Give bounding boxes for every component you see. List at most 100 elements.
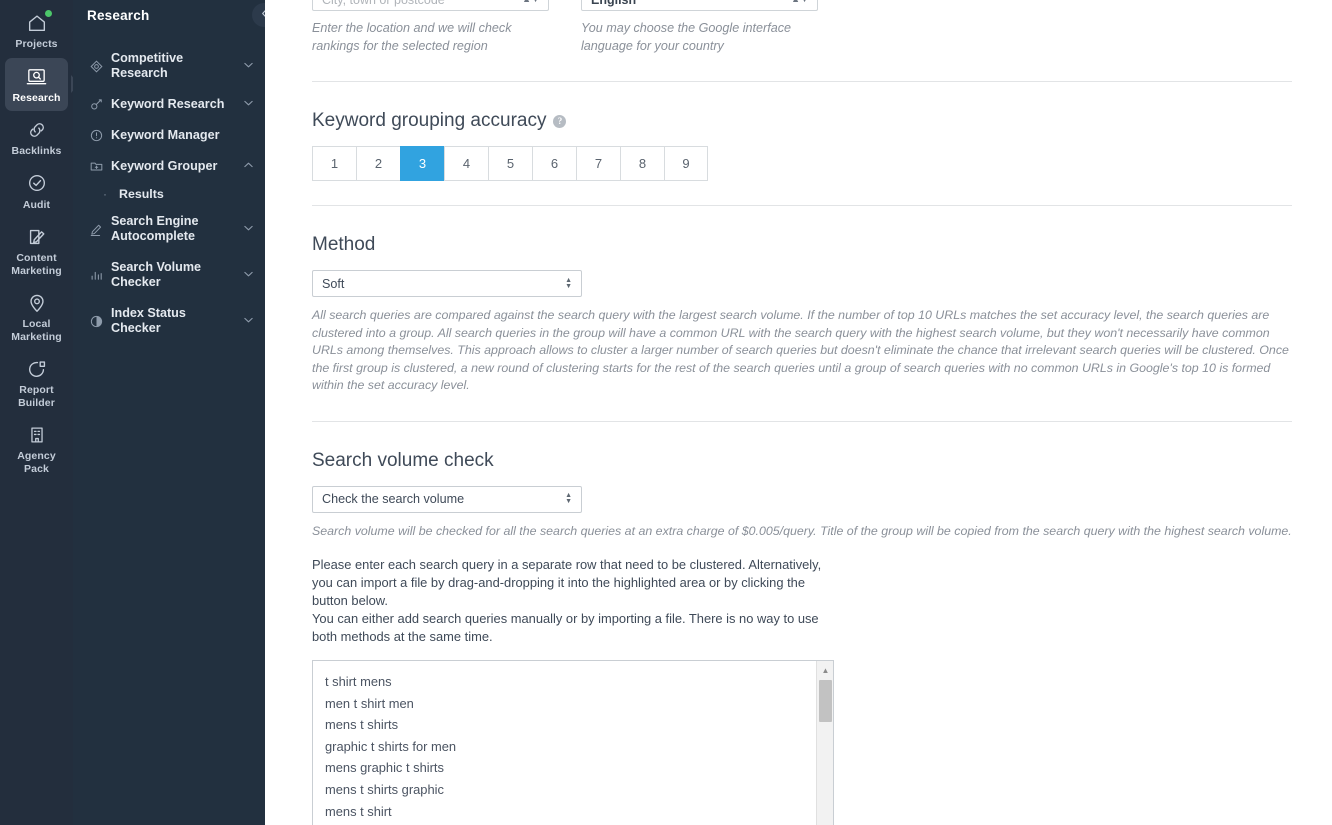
divider-volume [312,420,1292,422]
sidebar-item-index-status-checker[interactable]: Index Status Checker [73,298,265,344]
accuracy-level-8[interactable]: 8 [620,146,664,181]
main-content: City, town or postcode ▲▼ Enter the loca… [265,0,1332,825]
method-select[interactable]: Soft ▲ ▼ [312,270,582,297]
keyword-line: mens t shirts graphic [325,781,444,797]
accuracy-level-7[interactable]: 7 [576,146,620,181]
instructions-paragraph-1: Please enter each search query in a sepa… [312,557,822,608]
chevron-down-icon[interactable] [241,99,255,110]
sidebar-item-competitive-research[interactable]: Competitive Research [73,43,265,89]
accuracy-level-3[interactable]: 3 [400,146,444,181]
sidebar-item-keyword-grouper[interactable]: Keyword Grouper [73,151,265,182]
caret-up-icon[interactable]: ▲ [817,663,833,678]
sidebar-label-search-engine-autocomplete: Search Engine Autocomplete [111,214,199,243]
rail-item-research[interactable]: Research [5,57,68,111]
select-spinner-icon: ▲▼ [565,492,572,505]
rail-label-content-marketing: Content Marketing [11,252,62,277]
accuracy-level-9[interactable]: 9 [664,146,708,181]
sidebar-subitem-results[interactable]: · Results [73,182,265,206]
rail-item-content-marketing[interactable]: Content Marketing [0,218,73,284]
home-icon [2,10,71,36]
location-field-group: City, town or postcode ▲▼ Enter the loca… [312,0,549,55]
chevron-down-icon[interactable] [241,224,255,235]
chevron-down-icon[interactable] [241,316,255,327]
keywords-scrollbar[interactable]: ▲ ▼ [816,661,833,825]
sidebar-item-keyword-research[interactable]: Keyword Research [73,89,265,120]
keywords-textarea[interactable]: t shirt mens men t shirt men mens t shir… [312,660,834,825]
rail-label-report-builder: Report Builder [18,384,55,409]
pencil-square-icon [2,224,71,250]
rail-label-audit: Audit [22,198,51,211]
volume-section-title: Search volume check [312,450,1292,472]
keywords-textarea-content[interactable]: t shirt mens men t shirt men mens t shir… [313,661,816,825]
keyword-line: mens t shirt [325,803,392,819]
method-select-value: Soft [322,276,345,291]
accuracy-level-2[interactable]: 2 [356,146,400,181]
keyword-line: mens graphic t shirts [325,760,444,776]
accuracy-section-title: Keyword grouping accuracy ? [312,110,1292,132]
method-section-title: Method [312,234,1292,256]
magnifier-screen-icon [7,64,66,90]
target-icon [89,59,111,74]
exclamation-circle-icon [89,128,111,143]
search-volume-select-value: Check the search volume [322,492,465,506]
bullet-dash-icon: · [103,187,107,201]
folder-plus-icon [89,159,111,174]
instructions-paragraph-2: You can either add search queries manual… [312,611,819,644]
select-spinner-icon: ▲▼ [522,0,540,4]
sidebar-label-keyword-research: Keyword Research [111,97,225,111]
top-selects-row: City, town or postcode ▲▼ Enter the loca… [312,0,1292,55]
scrollbar-thumb[interactable] [819,680,832,722]
rail-item-report-builder[interactable]: Report Builder [0,350,73,416]
sidebar-label-keyword-manager: Keyword Manager [111,128,220,142]
keyword-line: men t shirt men [325,695,414,711]
chevron-up-icon[interactable] [241,161,255,172]
language-help-text: You may choose the Google interface lang… [581,21,792,53]
sidebar-label-keyword-grouper: Keyword Grouper [111,159,218,173]
sidebar-item-search-volume-checker[interactable]: Search Volume Checker [73,252,265,298]
accuracy-title-text: Keyword grouping accuracy [312,110,547,131]
pie-chart-icon [2,356,71,382]
rail-item-local-marketing[interactable]: Local Marketing [0,284,73,350]
location-help-text: Enter the location and we will check ran… [312,21,512,53]
key-icon [89,97,111,112]
chevron-down-icon[interactable] [241,270,255,281]
rail-item-backlinks[interactable]: Backlinks [0,111,73,165]
accuracy-level-1[interactable]: 1 [312,146,356,181]
pie-slice-icon [89,314,111,329]
sidebar-label-competitive-research: Competitive Research [111,51,184,80]
volume-title-text: Search volume check [312,449,494,471]
accuracy-level-selector[interactable]: 1 2 3 4 5 6 7 8 9 [312,146,1292,181]
question-mark-icon[interactable]: ? [553,114,567,128]
location-select-placeholder: City, town or postcode [322,0,445,7]
keyword-line: graphic t shirts for men [325,738,457,754]
rail-item-audit[interactable]: Audit [0,165,73,219]
rail-label-agency-pack: Agency Pack [17,450,56,475]
sidebar-label-search-volume-checker: Search Volume Checker [111,260,202,289]
search-volume-select[interactable]: Check the search volume ▲ ▼ [312,485,582,513]
rail-item-projects[interactable]: Projects [0,4,73,58]
building-icon [2,422,71,448]
language-select[interactable]: English ▲▼ [581,0,818,11]
rail-item-agency-pack[interactable]: Agency Pack [0,416,73,482]
rail-label-projects: Projects [15,38,58,50]
location-select[interactable]: City, town or postcode ▲▼ [312,0,549,11]
projects-status-dot [45,10,52,17]
keyword-line: mens t shirts [325,717,399,733]
sidebar-item-keyword-manager[interactable]: Keyword Manager [73,120,265,151]
method-title-text: Method [312,234,376,255]
accuracy-level-5[interactable]: 5 [488,146,532,181]
sidebar-label-index-status-checker: Index Status Checker [111,306,186,335]
link-icon [2,117,71,143]
rail-label-backlinks: Backlinks [11,145,62,157]
chevron-down-icon[interactable] [241,61,255,72]
nav-list: Competitive Research Keyword Research Ke… [73,43,265,344]
select-spinner-icon: ▲▼ [791,0,809,4]
bar-chart-icon [89,268,111,283]
check-circle-icon [2,171,71,197]
accuracy-level-6[interactable]: 6 [532,146,576,181]
sidebar-item-search-engine-autocomplete[interactable]: Search Engine Autocomplete [73,206,265,252]
accuracy-level-4[interactable]: 4 [444,146,488,181]
primary-rail: Projects Research Backlinks Audit Conten [0,0,73,825]
collapse-sidebar-button[interactable] [252,3,265,27]
nav-panel-title: Research [87,8,150,23]
